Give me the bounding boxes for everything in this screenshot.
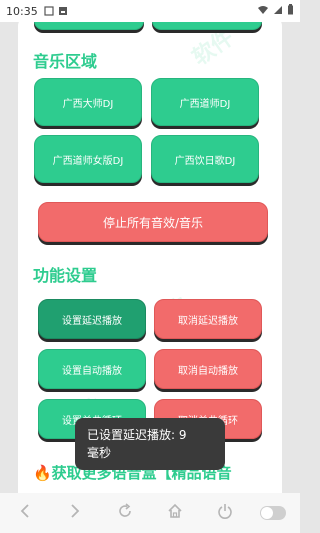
- stop-all-button[interactable]: 停止所有音效/音乐: [38, 202, 268, 242]
- cancel-auto-play-button[interactable]: 取消自动播放: [154, 349, 262, 389]
- bottom-nav: [0, 493, 300, 533]
- signal-icon: [273, 5, 283, 18]
- function-section-title: 功能设置: [33, 266, 98, 285]
- music-button-2[interactable]: 广西道师DJ: [151, 78, 259, 126]
- back-icon[interactable]: [10, 503, 40, 524]
- partial-button-left[interactable]: [34, 22, 144, 30]
- set-auto-play-button[interactable]: 设置自动播放: [38, 349, 146, 389]
- image-icon: [58, 6, 68, 16]
- refresh-icon[interactable]: [110, 502, 140, 524]
- toast-line-1: 已设置延迟播放: 9: [87, 428, 187, 442]
- toast-message: 已设置延迟播放: 9 毫秒: [75, 418, 225, 470]
- partial-button-right[interactable]: [152, 22, 262, 30]
- power-icon[interactable]: [210, 503, 240, 524]
- forward-icon[interactable]: [60, 503, 90, 524]
- status-bar: 10:35: [0, 0, 300, 22]
- cancel-delay-button[interactable]: 取消延迟播放: [154, 299, 262, 339]
- home-icon[interactable]: [160, 503, 190, 524]
- notification-icon: [44, 6, 54, 16]
- music-button-1[interactable]: 广西大师DJ: [34, 78, 142, 126]
- status-time: 10:35: [6, 4, 38, 18]
- toast-line-2: 毫秒: [87, 446, 112, 460]
- toggle-icon[interactable]: [260, 506, 290, 520]
- music-button-4[interactable]: 广西饮日歌DJ: [151, 135, 259, 183]
- battery-icon: [287, 4, 294, 18]
- music-button-3[interactable]: 广西道师女版DJ: [34, 135, 142, 183]
- music-section-title: 音乐区域: [33, 52, 98, 71]
- mode-toggle[interactable]: [260, 506, 286, 520]
- wifi-icon: [257, 5, 269, 18]
- set-delay-button[interactable]: 设置延迟播放: [38, 299, 146, 339]
